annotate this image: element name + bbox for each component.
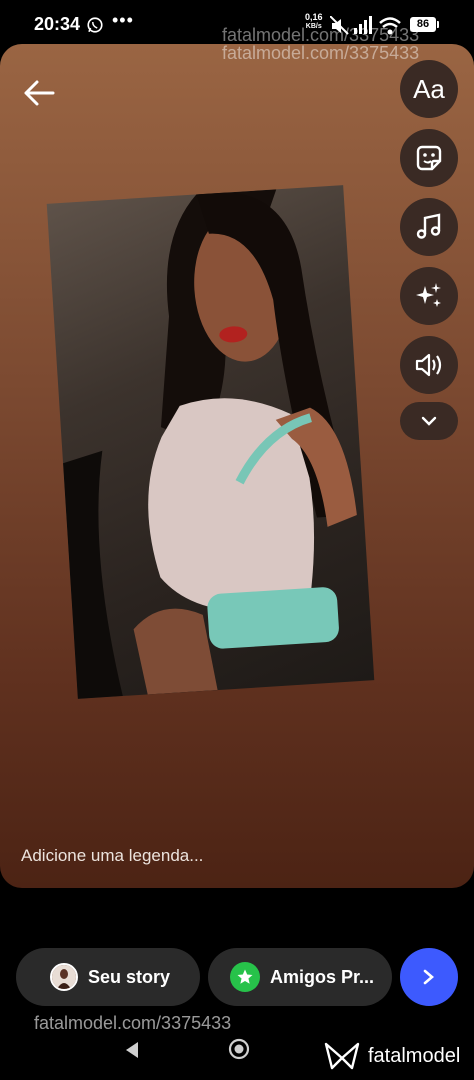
- close-friends-button[interactable]: Amigos Pr...: [208, 948, 392, 1006]
- story-editor: Aa Adicione uma legenda...: [0, 44, 474, 888]
- caption-input[interactable]: Adicione uma legenda...: [21, 846, 203, 866]
- share-next-button[interactable]: [400, 948, 458, 1006]
- effects-icon: [416, 283, 441, 307]
- photo-content: [63, 189, 357, 699]
- more-tools-button[interactable]: [400, 402, 458, 440]
- status-time: 20:34: [34, 14, 81, 34]
- arrow-right-icon: [423, 969, 434, 985]
- brand-name: fatalmodel: [368, 1044, 461, 1067]
- sticker-icon: [416, 145, 442, 171]
- avatar-image: [52, 965, 76, 989]
- network-speed-value: 0,16: [305, 12, 323, 22]
- nav-back-icon[interactable]: [122, 1040, 142, 1060]
- fatalmodel-brand: fatalmodel: [322, 1040, 460, 1072]
- avatar: [50, 963, 78, 991]
- text-tool-label: Aa: [413, 73, 445, 104]
- volume-icon: [415, 353, 442, 377]
- sticker-button[interactable]: [400, 129, 458, 187]
- music-icon: [416, 213, 441, 239]
- chevron-down-icon: [421, 416, 437, 426]
- your-story-label: Seu story: [88, 966, 171, 987]
- nav-home-icon[interactable]: [228, 1038, 250, 1060]
- fatalmodel-logo-icon: [324, 1042, 360, 1070]
- close-friends-badge: [230, 962, 260, 992]
- music-button[interactable]: [400, 198, 458, 256]
- close-friends-label: Amigos Pr...: [270, 966, 375, 987]
- back-arrow-icon[interactable]: [22, 78, 56, 108]
- watermark-top-line1: fatalmodel.com/3375433: [222, 25, 420, 45]
- watermark-bottom: fatalmodel.com/3375433: [34, 1013, 232, 1033]
- more-dots-icon: •••: [112, 10, 134, 30]
- watermark-top: fatalmodel.com/3375433 fatalmodel.com/33…: [222, 26, 419, 62]
- volume-button[interactable]: [400, 336, 458, 394]
- star-icon: [237, 969, 253, 984]
- effects-button[interactable]: [400, 267, 458, 325]
- whatsapp-icon: [87, 17, 103, 33]
- watermark-top-line2: fatalmodel.com/3375433: [222, 43, 420, 63]
- story-photo[interactable]: [46, 185, 375, 699]
- text-tool-button[interactable]: Aa: [400, 60, 458, 118]
- your-story-button[interactable]: Seu story: [16, 948, 200, 1006]
